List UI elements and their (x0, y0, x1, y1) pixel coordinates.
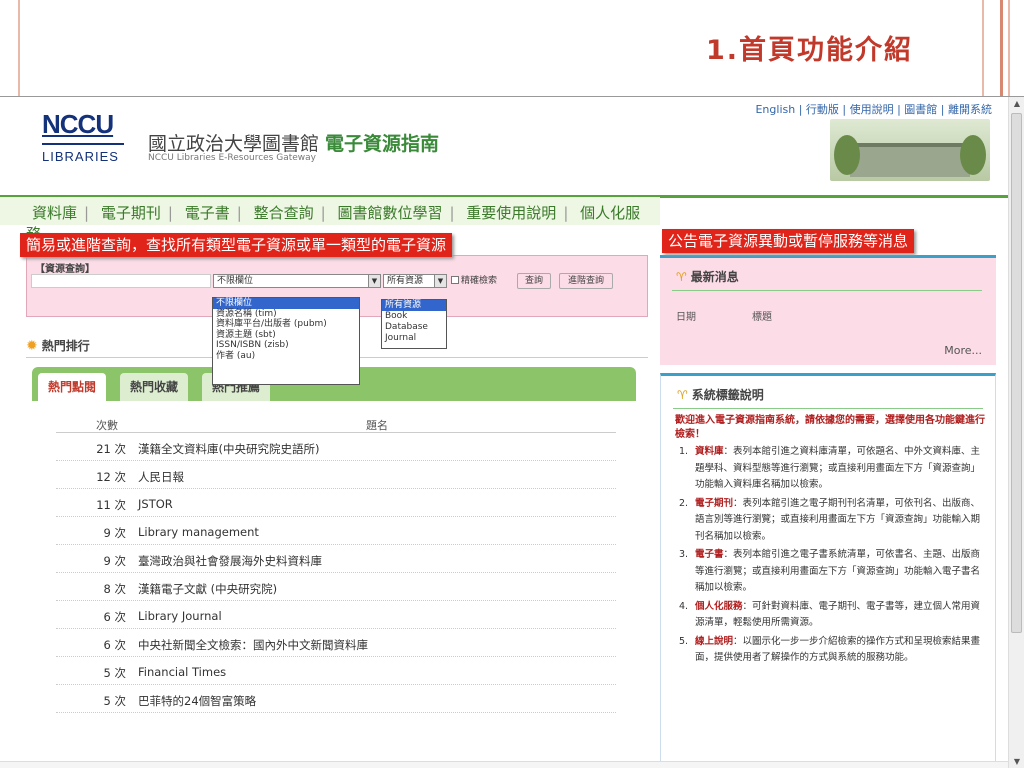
nav-item-ebooks[interactable]: 電子書 (185, 204, 230, 222)
field-dropdown-list: 不限欄位 資源名稱 (tim) 資料庫平台/出版者 (pubm) 資源主題 (s… (212, 297, 360, 385)
field-option[interactable]: 作者 (au) (213, 351, 359, 362)
list-item: 1. 資料庫：表列本館引進之資料庫清單，可依題名、中外文資料庫、主題學科、資料型態… (679, 446, 981, 490)
row-title-link[interactable]: 臺灣政治與社會發展海外史料資料庫 (138, 553, 322, 569)
news-col-date: 日期 (676, 312, 696, 323)
chevron-down-icon[interactable]: ▼ (368, 275, 380, 287)
type-option[interactable]: 所有資源 (382, 300, 446, 311)
row-title-link[interactable]: 漢籍全文資料庫(中央研究院史語所) (138, 441, 319, 457)
nav-item-federated-search[interactable]: 整合查詢 (254, 204, 314, 222)
hot-ranking-panel: ✹ 熱門排行 熱門點閱 熱門收藏 熱門推薦 次數 題名 21 次漢籍全文資料庫(中… (26, 331, 648, 751)
row-title-link[interactable]: Library Journal (138, 609, 222, 623)
divider (672, 290, 982, 291)
slide-decoration (982, 0, 984, 96)
field-option[interactable]: 不限欄位 (213, 298, 359, 309)
table-row[interactable]: 21 次漢籍全文資料庫(中央研究院史語所) (56, 433, 616, 461)
field-option[interactable]: ISSN/ISBN (zisb) (213, 340, 359, 351)
news-panel: ♈ 最新消息 日期 標題 More... (660, 255, 996, 365)
page-bottom-edge (0, 761, 1008, 768)
type-option[interactable]: Book (382, 311, 446, 322)
site-subtitle: NCCU Libraries E-Resources Gateway (148, 153, 316, 163)
table-row[interactable]: 9 次 Library management (56, 517, 616, 545)
table-row[interactable]: 6 次中央社新聞全文檢索：國內外中文新聞資料庫 (56, 629, 616, 657)
slide-decoration (18, 0, 20, 96)
chevron-down-icon[interactable]: ▼ (434, 275, 446, 287)
nav-item-ejournals[interactable]: 電子期刊 (101, 204, 161, 222)
type-dropdown-list: 所有資源 Book Database Journal (381, 299, 447, 349)
search-input[interactable] (31, 274, 211, 288)
logo-text: NCCU (42, 109, 114, 139)
search-heading: 【資源查詢】 (35, 264, 95, 275)
list-item: 5. 線上說明：以圖示化一步一步介紹檢索的操作方式和呈現檢索結果畫面，提供使用者了… (679, 635, 981, 664)
field-select[interactable]: 不限欄位 ▼ (213, 274, 381, 288)
tab-hot-clicks[interactable]: 熱門點閱 (38, 373, 107, 401)
column-title: 題名 (366, 419, 388, 432)
advanced-search-button[interactable]: 進階查詢 (559, 273, 613, 289)
table-row[interactable]: 12 次人民日報 (56, 461, 616, 489)
system-guide-panel: ♈ 系統標籤說明 歡迎進入電子資源指南系統，請依據您的需要，選擇使用各功能鍵進行檢… (660, 373, 996, 768)
row-title-link[interactable]: 人民日報 (138, 469, 184, 485)
main-nav: 資料庫 | 電子期刊 | 電子書 | 整合查詢 | 圖書館數位學習 | 重要使用說明 | 個… (0, 197, 660, 243)
type-option[interactable]: Database (382, 322, 446, 333)
list-item: 2. 電子期刊：表列本館引進之電子期刊刊名清單，可依刊名、出版商、語言別等進行瀏覽… (679, 497, 981, 542)
news-more-link[interactable]: More... (944, 344, 982, 357)
nav-item-databases[interactable]: 資料庫 (32, 204, 77, 222)
vertical-scrollbar[interactable]: ▲ ▼ (1008, 97, 1024, 768)
exact-search-label: 精確檢索 (461, 276, 498, 286)
top-links[interactable]: English | 行動版 | 使用說明 | 圖書館 | 離開系統 (755, 101, 992, 117)
field-option[interactable]: 資料庫平台/出版者 (pubm) (213, 319, 359, 330)
type-select[interactable]: 所有資源 ▼ (383, 274, 447, 288)
browser-frame: NCCU LIBRARIES 國立政治大學圖書館 電子資源指南 NCCU Lib… (0, 96, 1024, 768)
search-button[interactable]: 查詢 (517, 273, 551, 289)
type-option[interactable]: Journal (382, 333, 446, 344)
nav-item-guide[interactable]: 重要使用說明 (466, 204, 556, 222)
hot-ranking-heading: ✹ 熱門排行 (26, 338, 90, 354)
nav-item-elearning[interactable]: 圖書館數位學習 (337, 204, 442, 222)
system-guide-list: 1. 資料庫：表列本館引進之資料庫清單，可依題名、中外文資料庫、主題學科、資料型態… (675, 444, 987, 669)
logo-subtext: LIBRARIES (42, 143, 124, 164)
exact-search-checkbox[interactable] (451, 276, 459, 284)
cup-icon: ♈ (677, 388, 688, 402)
row-title-link[interactable]: 巴菲特的24個智富策略 (138, 693, 256, 709)
news-heading: ♈ 最新消息 (676, 270, 739, 284)
table-row[interactable]: 11 次 JSTOR (56, 489, 616, 517)
row-title-link[interactable]: JSTOR (138, 497, 173, 511)
site-title-bold: 電子資源指南 (325, 133, 440, 155)
scroll-thumb[interactable] (1011, 113, 1022, 633)
row-title-link[interactable]: 漢籍電子文獻 (中央研究院) (138, 581, 277, 597)
system-guide-heading: ♈ 系統標籤說明 (677, 388, 764, 402)
list-item: 4. 個人化服務：可針對資料庫、電子期刊、電子書等，建立個人常用資源清單，輕鬆使用… (679, 600, 981, 629)
table-row[interactable]: 9 次臺灣政治與社會發展海外史料資料庫 (56, 545, 616, 573)
column-count: 次數 (96, 419, 118, 432)
row-title-link[interactable]: 中央社新聞全文檢索：國內外中文新聞資料庫 (138, 637, 368, 653)
row-title-link[interactable]: Library management (138, 525, 259, 539)
field-option[interactable]: 資源主題 (sbt) (213, 330, 359, 341)
list-item: 3. 電子書：表列本館引進之電子書系統清單，可依書名、主題、出版商等進行瀏覽；或直… (679, 549, 981, 593)
tab-hot-favorites[interactable]: 熱門收藏 (120, 373, 189, 401)
site-title-main: 國立政治大學圖書館 (148, 133, 326, 155)
slide-title: 1.首頁功能介紹 (706, 35, 914, 66)
hot-table: 次數 題名 21 次漢籍全文資料庫(中央研究院史語所) 12 次人民日報 11 … (56, 415, 616, 713)
sun-icon: ✹ (26, 338, 38, 354)
table-row[interactable]: 5 次 Financial Times (56, 657, 616, 685)
scroll-up-icon[interactable]: ▲ (1009, 97, 1024, 111)
news-col-title: 標題 (752, 312, 772, 323)
divider (673, 408, 983, 409)
cup-icon: ♈ (676, 270, 687, 284)
nccu-logo[interactable]: NCCU LIBRARIES (42, 111, 132, 171)
news-annotation: 公告電子資源異動或暫停服務等消息 (662, 229, 915, 253)
table-header: 次數 題名 (56, 415, 616, 433)
system-guide-intro: 歡迎進入電子資源指南系統，請依據您的需要，選擇使用各功能鍵進行檢索！ (675, 415, 985, 440)
table-row[interactable]: 6 次 Library Journal (56, 601, 616, 629)
table-row[interactable]: 5 次巴菲特的24個智富策略 (56, 685, 616, 713)
library-building-image (830, 119, 990, 181)
field-option[interactable]: 資源名稱 (tim) (213, 309, 359, 320)
table-row[interactable]: 8 次漢籍電子文獻 (中央研究院) (56, 573, 616, 601)
search-annotation: 簡易或進階查詢，查找所有類型電子資源或單一類型的電子資源 (20, 233, 453, 257)
scroll-down-icon[interactable]: ▼ (1009, 755, 1024, 768)
site-title: 國立政治大學圖書館 電子資源指南 (148, 129, 439, 156)
row-title-link[interactable]: Financial Times (138, 665, 226, 679)
